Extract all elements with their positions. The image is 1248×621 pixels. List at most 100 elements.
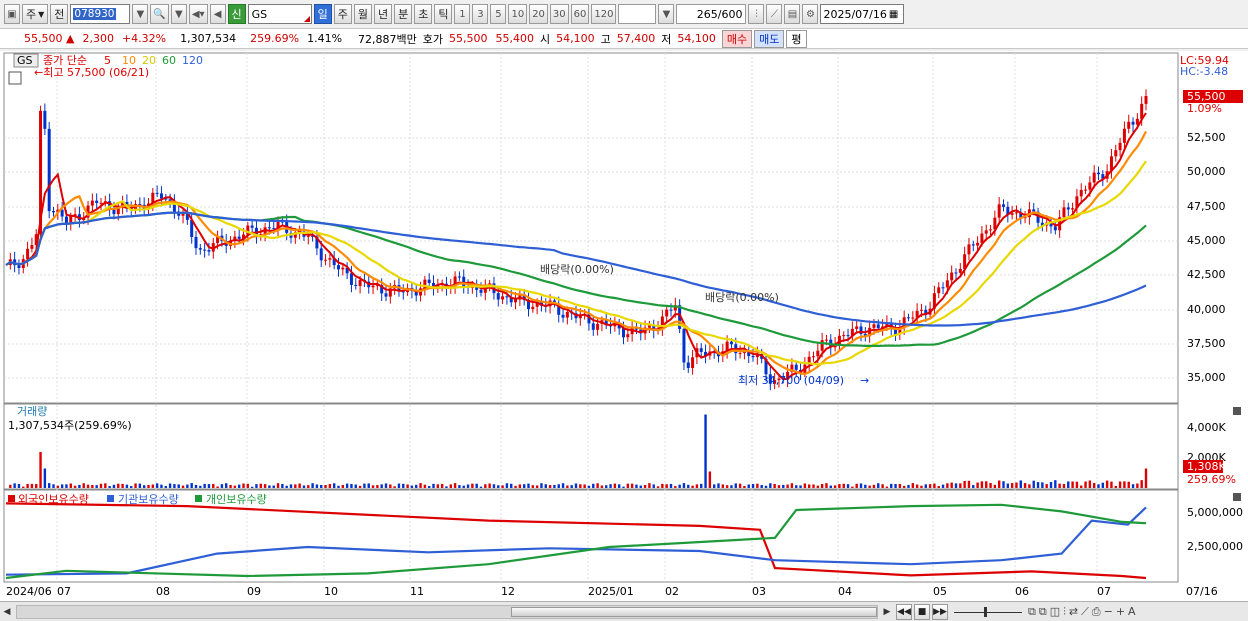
volume-panel-close-icon[interactable]: [1233, 407, 1241, 415]
volume-bar: [561, 483, 565, 488]
volume-bar: [380, 484, 383, 488]
draw-tool-icon[interactable]: ⟋: [766, 4, 783, 24]
holding-panel-close-icon[interactable]: [1233, 493, 1241, 501]
volume-bar: [1015, 482, 1018, 488]
volume-bar: [423, 484, 427, 488]
gear-icon[interactable]: ⚙: [802, 4, 819, 24]
volume-bar: [1032, 480, 1035, 488]
font-size-icon[interactable]: A: [1128, 605, 1136, 618]
candle-icon[interactable]: ⫶: [748, 4, 765, 24]
save-icon[interactable]: ▤: [784, 4, 801, 24]
volume-bar: [959, 483, 962, 488]
tab-minute[interactable]: 분: [394, 4, 413, 24]
buy-button[interactable]: 매수: [721, 29, 753, 48]
candle-body: [665, 309, 669, 317]
candle-body: [816, 350, 820, 357]
tab-week[interactable]: 주: [333, 4, 352, 24]
draw-icon[interactable]: ⟋: [1081, 605, 1089, 619]
back-icon[interactable]: ◀: [209, 4, 226, 24]
grid-toggle-icon[interactable]: [8, 71, 22, 85]
volume-bar: [540, 483, 543, 488]
tab-year[interactable]: 년: [373, 4, 393, 24]
indicator-icon[interactable]: ⫶: [1063, 605, 1066, 619]
zoom-plus-icon[interactable]: +: [1116, 605, 1125, 618]
volume-bar: [674, 486, 677, 488]
rewind-icon[interactable]: ◀◀: [896, 603, 912, 620]
candle-body: [669, 309, 673, 311]
stop-icon[interactable]: ■: [914, 603, 930, 620]
volume-bar: [1075, 481, 1079, 488]
window-split-2-icon[interactable]: ⧉: [1039, 605, 1047, 619]
volume-bar: [104, 483, 107, 488]
new-badge[interactable]: 신: [227, 4, 246, 24]
search-icon[interactable]: 🔍: [150, 4, 169, 24]
chart-type-icon[interactable]: ◫: [1050, 605, 1060, 618]
data-count-field[interactable]: 265/600: [676, 4, 747, 24]
speaker-icon[interactable]: ◀▾: [188, 4, 208, 24]
scroll-left-icon[interactable]: ◀: [0, 604, 14, 620]
interval-60[interactable]: 60: [570, 4, 590, 24]
candle-body: [337, 265, 340, 270]
date-field[interactable]: 2025/07/16 ▦: [820, 4, 905, 24]
volume-bar: [272, 485, 275, 488]
volume-bar: [78, 484, 81, 488]
code-dropdown-icon[interactable]: ▼: [132, 4, 149, 24]
tab-tick[interactable]: 틱: [434, 4, 453, 24]
current-price-pct: 1.09%: [1187, 102, 1222, 115]
interval-30[interactable]: 30: [549, 4, 569, 24]
interval-3[interactable]: 3: [472, 4, 489, 24]
compare-icon[interactable]: ⇄: [1069, 605, 1078, 618]
volume-bar: [181, 485, 185, 488]
candle-body: [99, 202, 103, 204]
calendar-icon[interactable]: ▦: [889, 9, 898, 20]
tab-month[interactable]: 월: [353, 4, 372, 24]
volume-bar: [242, 483, 245, 488]
tab-second[interactable]: 초: [414, 4, 433, 24]
tab-day[interactable]: 일: [313, 4, 332, 24]
interval-120[interactable]: 120: [591, 4, 617, 24]
scroll-thumb[interactable]: [511, 606, 877, 617]
window-split-icon[interactable]: ⧉: [1028, 605, 1036, 619]
interval-1[interactable]: 1: [454, 4, 471, 24]
volume-bar: [997, 480, 1001, 488]
print-icon[interactable]: ⎙: [1092, 605, 1101, 619]
volume-bar: [371, 485, 375, 488]
scroll-right-icon[interactable]: ▶: [880, 604, 894, 620]
candle-body: [984, 230, 988, 234]
volume-bar: [630, 483, 634, 488]
volume-bar: [86, 484, 90, 488]
stock-name-field[interactable]: GS: [247, 4, 312, 24]
prev-button[interactable]: 전: [50, 4, 69, 24]
flat-button[interactable]: 평: [786, 29, 807, 48]
price-axis: 52,500 50,000 47,500 45,000 42,500 40,00…: [1187, 131, 1226, 384]
candle-body: [155, 192, 159, 194]
period-select[interactable]: 주 ▼: [22, 4, 49, 24]
window-icon[interactable]: ▣: [4, 4, 20, 24]
candle-body: [997, 204, 1001, 218]
code-list-icon[interactable]: ▼: [170, 4, 187, 24]
volume-bar: [795, 485, 798, 488]
volume-bar: [570, 485, 573, 488]
interval-5[interactable]: 5: [490, 4, 507, 24]
fast-forward-icon[interactable]: ▶▶: [932, 603, 948, 620]
volume-bar: [440, 483, 444, 488]
x-label-03: 03: [752, 585, 766, 598]
volume-bar: [1023, 483, 1027, 488]
chart-area[interactable]: GS 종가 단순 5 10 20 60 120 LC:59.94 HC:-3.4…: [0, 51, 1248, 601]
volume-bar: [937, 486, 940, 488]
interval-10[interactable]: 10: [508, 4, 528, 24]
interval-dropdown-icon[interactable]: ▼: [658, 4, 675, 24]
volume-bar: [13, 483, 16, 488]
interval-custom-input[interactable]: [618, 4, 657, 24]
interval-20[interactable]: 20: [529, 4, 548, 24]
volume-bar: [427, 486, 431, 488]
candle-body: [1014, 212, 1018, 214]
zoom-slider[interactable]: [954, 605, 1022, 619]
volume-bar: [65, 484, 68, 488]
sell-button[interactable]: 매도: [754, 29, 785, 48]
stock-code-input[interactable]: 078930: [70, 4, 131, 24]
stock-chart[interactable]: GS 종가 단순 5 10 20 60 120 LC:59.94 HC:-3.4…: [0, 51, 1248, 601]
candle-body: [1118, 142, 1122, 151]
zoom-minus-icon[interactable]: −: [1104, 605, 1113, 618]
scroll-track[interactable]: [16, 604, 878, 619]
